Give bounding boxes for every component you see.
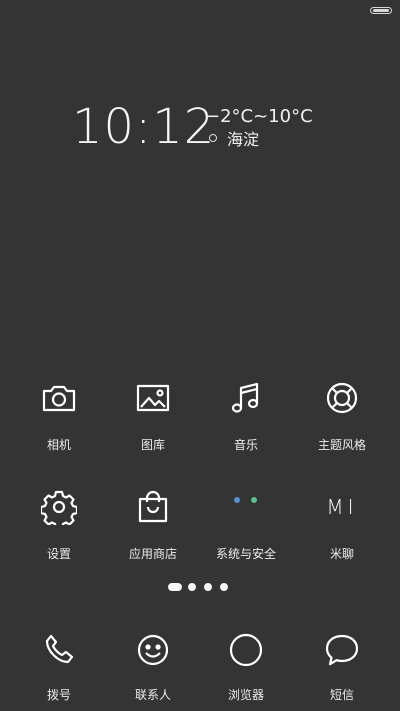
app-label: 系统与安全 bbox=[215, 547, 276, 561]
app-theme[interactable]: 主题风格 bbox=[292, 378, 392, 478]
dock-label: 浏览器 bbox=[227, 688, 264, 702]
location-icon bbox=[209, 134, 217, 142]
music-icon bbox=[226, 378, 266, 418]
app-mi-chat[interactable]: MI 米聊 bbox=[292, 487, 392, 587]
app-label: 主题风格 bbox=[317, 438, 366, 452]
message-bubble-icon bbox=[322, 630, 362, 670]
mi-logo-text: MI bbox=[326, 495, 358, 519]
dock-label: 联系人 bbox=[134, 688, 171, 702]
app-settings[interactable]: 设置 bbox=[9, 487, 109, 587]
gear-icon bbox=[39, 487, 79, 527]
dock-browser[interactable]: 浏览器 bbox=[196, 630, 296, 710]
page-dot[interactable] bbox=[204, 583, 212, 591]
battery-icon bbox=[370, 7, 392, 14]
page-dot[interactable] bbox=[188, 583, 196, 591]
weather-location: 海淀 bbox=[227, 130, 260, 149]
mi-chat-icon: MI bbox=[322, 487, 362, 527]
dock-label: 短信 bbox=[329, 688, 354, 702]
page-indicator[interactable] bbox=[0, 583, 400, 593]
app-music[interactable]: 音乐 bbox=[196, 378, 296, 478]
phone-icon bbox=[39, 630, 79, 670]
page-dot[interactable] bbox=[220, 583, 228, 591]
camera-icon bbox=[39, 378, 79, 418]
dock-contacts[interactable]: 联系人 bbox=[103, 630, 203, 710]
folder-system-security[interactable]: 系统与安全 bbox=[196, 487, 296, 587]
app-label: 相机 bbox=[46, 438, 71, 452]
smiley-icon bbox=[133, 630, 173, 670]
dock-label: 拨号 bbox=[46, 688, 71, 702]
weather-temperature-range: −2°C~10°C bbox=[205, 106, 313, 127]
app-label: 音乐 bbox=[233, 438, 258, 452]
gallery-icon bbox=[133, 378, 173, 418]
clock-weather-widget[interactable]: 10:12 −2°C~10°C 海淀 bbox=[72, 100, 332, 160]
security-folder-icon bbox=[226, 481, 266, 521]
theme-icon bbox=[322, 378, 362, 418]
app-label: 设置 bbox=[46, 547, 71, 561]
app-store[interactable]: 应用商店 bbox=[103, 487, 203, 587]
shopping-bag-icon bbox=[133, 487, 173, 527]
dock-phone[interactable]: 拨号 bbox=[9, 630, 109, 710]
page-dot-current[interactable] bbox=[168, 583, 182, 591]
app-label: 图库 bbox=[140, 438, 165, 452]
clock-time: 10:12 bbox=[72, 99, 216, 155]
app-label: 米聊 bbox=[329, 547, 354, 561]
app-camera[interactable]: 相机 bbox=[9, 378, 109, 478]
app-label: 应用商店 bbox=[128, 547, 177, 561]
dock-messages[interactable]: 短信 bbox=[292, 630, 392, 710]
browser-circle-icon bbox=[226, 630, 266, 670]
app-gallery[interactable]: 图库 bbox=[103, 378, 203, 478]
